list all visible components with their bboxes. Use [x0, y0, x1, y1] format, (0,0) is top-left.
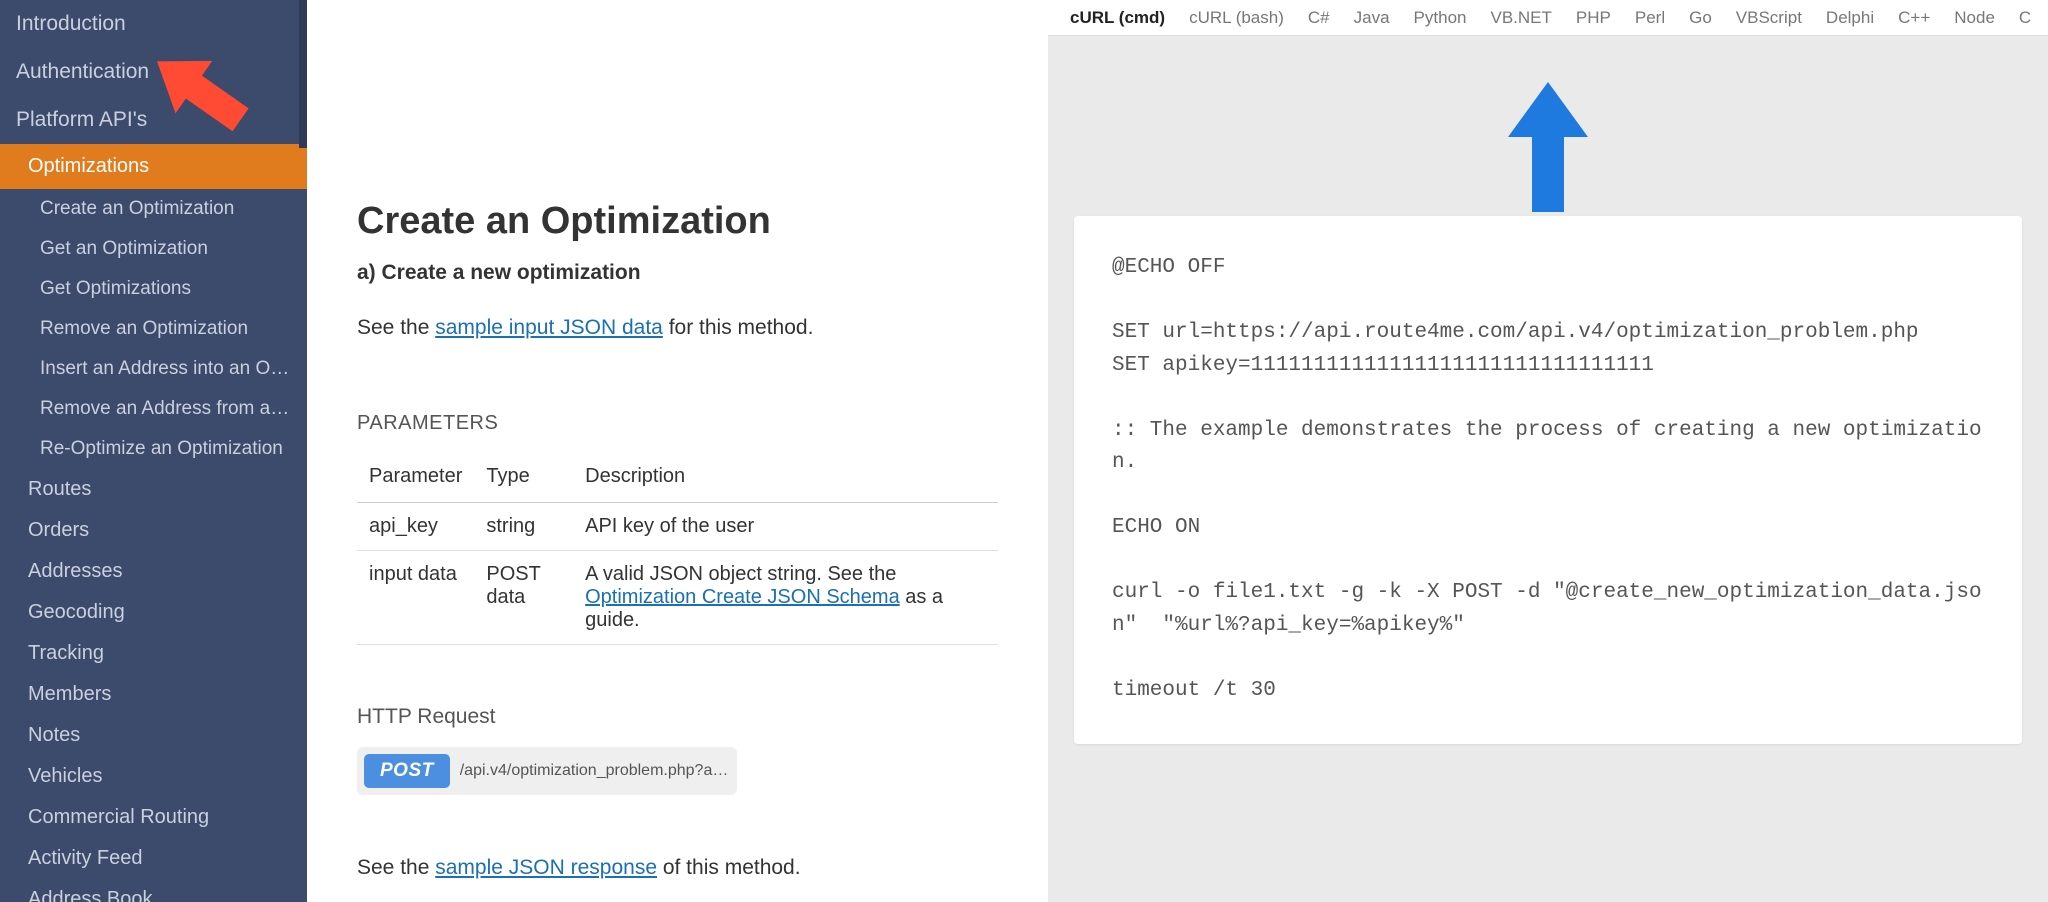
nav-sub-get-optimization[interactable]: Get an Optimization	[0, 229, 307, 269]
sample-json-response-link[interactable]: sample JSON response	[435, 856, 657, 879]
response-suffix: of this method.	[657, 856, 801, 879]
nav-orders[interactable]: Orders	[0, 510, 307, 551]
nav-sub-reoptimize[interactable]: Re-Optimize an Optimization	[0, 429, 307, 469]
code-area: @ECHO OFF SET url=https://api.route4me.c…	[1048, 36, 2048, 902]
parameters-table: Parameter Type Description api_key strin…	[357, 455, 998, 645]
nav-addresses[interactable]: Addresses	[0, 551, 307, 592]
nav-geocoding[interactable]: Geocoding	[0, 592, 307, 633]
sample-input-json-link[interactable]: sample input JSON data	[435, 316, 663, 339]
nav-sub-remove-address[interactable]: Remove an Address from an …	[0, 389, 307, 429]
tab-cpp[interactable]: C++	[1886, 0, 1942, 35]
nav-introduction[interactable]: Introduction	[0, 0, 307, 48]
nav-routes[interactable]: Routes	[0, 469, 307, 510]
nav-vehicles[interactable]: Vehicles	[0, 756, 307, 797]
tab-perl[interactable]: Perl	[1623, 0, 1677, 35]
scrollbar-thumb[interactable]	[299, 0, 307, 148]
nav-sub-create-optimization[interactable]: Create an Optimization	[0, 189, 307, 229]
sidebar-scrollbar[interactable]	[299, 0, 307, 902]
page-subtitle: a) Create a new optimization	[357, 261, 998, 285]
tab-python[interactable]: Python	[1402, 0, 1479, 35]
parameters-heading: PARAMETERS	[357, 412, 998, 435]
http-path: /api.v4/optimization_problem.php?api_key…	[460, 762, 730, 780]
nav-tracking[interactable]: Tracking	[0, 633, 307, 674]
page-title: Create an Optimization	[357, 200, 998, 243]
nav-optimizations[interactable]: Optimizations	[0, 144, 307, 189]
table-row: input data POST data A valid JSON object…	[357, 551, 998, 645]
nav-address-book[interactable]: Address Book	[0, 879, 307, 902]
code-panel: cURL (cmd) cURL (bash) C# Java Python VB…	[1048, 0, 2048, 902]
nav-platform-apis[interactable]: Platform API's	[0, 96, 307, 144]
tab-php[interactable]: PHP	[1564, 0, 1623, 35]
col-description: Description	[573, 455, 998, 503]
optimization-create-schema-link[interactable]: Optimization Create JSON Schema	[585, 586, 900, 608]
nav-members[interactable]: Members	[0, 674, 307, 715]
tab-vbnet[interactable]: VB.NET	[1478, 0, 1563, 35]
http-method-badge: POST	[364, 754, 450, 788]
tab-delphi[interactable]: Delphi	[1814, 0, 1886, 35]
tab-curl-cmd[interactable]: cURL (cmd)	[1058, 0, 1177, 35]
nav-notes[interactable]: Notes	[0, 715, 307, 756]
response-paragraph: See the sample JSON response of this met…	[357, 853, 998, 882]
intro-paragraph: See the sample input JSON data for this …	[357, 313, 998, 342]
param-name: api_key	[357, 503, 474, 551]
intro-text-prefix: See the	[357, 316, 435, 339]
nav-authentication[interactable]: Authentication	[0, 48, 307, 96]
nav-sub-get-optimizations[interactable]: Get Optimizations	[0, 269, 307, 309]
tab-vbscript[interactable]: VBScript	[1724, 0, 1814, 35]
nav-sub-insert-address[interactable]: Insert an Address into an Opti…	[0, 349, 307, 389]
tab-csharp[interactable]: C#	[1296, 0, 1342, 35]
sidebar: Introduction Authentication Platform API…	[0, 0, 307, 902]
nav-sub-remove-optimization[interactable]: Remove an Optimization	[0, 309, 307, 349]
nav-activity-feed[interactable]: Activity Feed	[0, 838, 307, 879]
tab-java[interactable]: Java	[1342, 0, 1402, 35]
param-desc: API key of the user	[573, 503, 998, 551]
tab-go[interactable]: Go	[1677, 0, 1724, 35]
tab-curl-bash[interactable]: cURL (bash)	[1177, 0, 1296, 35]
param-type: POST data	[474, 551, 573, 645]
http-request-heading: HTTP Request	[357, 705, 998, 729]
language-tabs: cURL (cmd) cURL (bash) C# Java Python VB…	[1048, 0, 2048, 36]
col-type: Type	[474, 455, 573, 503]
table-row: api_key string API key of the user	[357, 503, 998, 551]
annotation-blue-arrow-icon	[1508, 82, 1588, 212]
param-name: input data	[357, 551, 474, 645]
content-panel: Create an Optimization a) Create a new o…	[307, 0, 1048, 902]
col-parameter: Parameter	[357, 455, 474, 503]
param-desc: A valid JSON object string. See the Opti…	[573, 551, 998, 645]
code-card: @ECHO OFF SET url=https://api.route4me.c…	[1074, 216, 2022, 744]
param-type: string	[474, 503, 573, 551]
http-request-box: POST /api.v4/optimization_problem.php?ap…	[357, 747, 737, 795]
param-desc-prefix: A valid JSON object string. See the	[585, 563, 896, 585]
nav-commercial-routing[interactable]: Commercial Routing	[0, 797, 307, 838]
response-prefix: See the	[357, 856, 435, 879]
sidebar-scroll: Introduction Authentication Platform API…	[0, 0, 307, 902]
tab-node[interactable]: Node	[1942, 0, 2007, 35]
code-sample[interactable]: @ECHO OFF SET url=https://api.route4me.c…	[1112, 252, 1984, 708]
tab-c[interactable]: C	[2007, 0, 2043, 35]
intro-text-suffix: for this method.	[663, 316, 814, 339]
